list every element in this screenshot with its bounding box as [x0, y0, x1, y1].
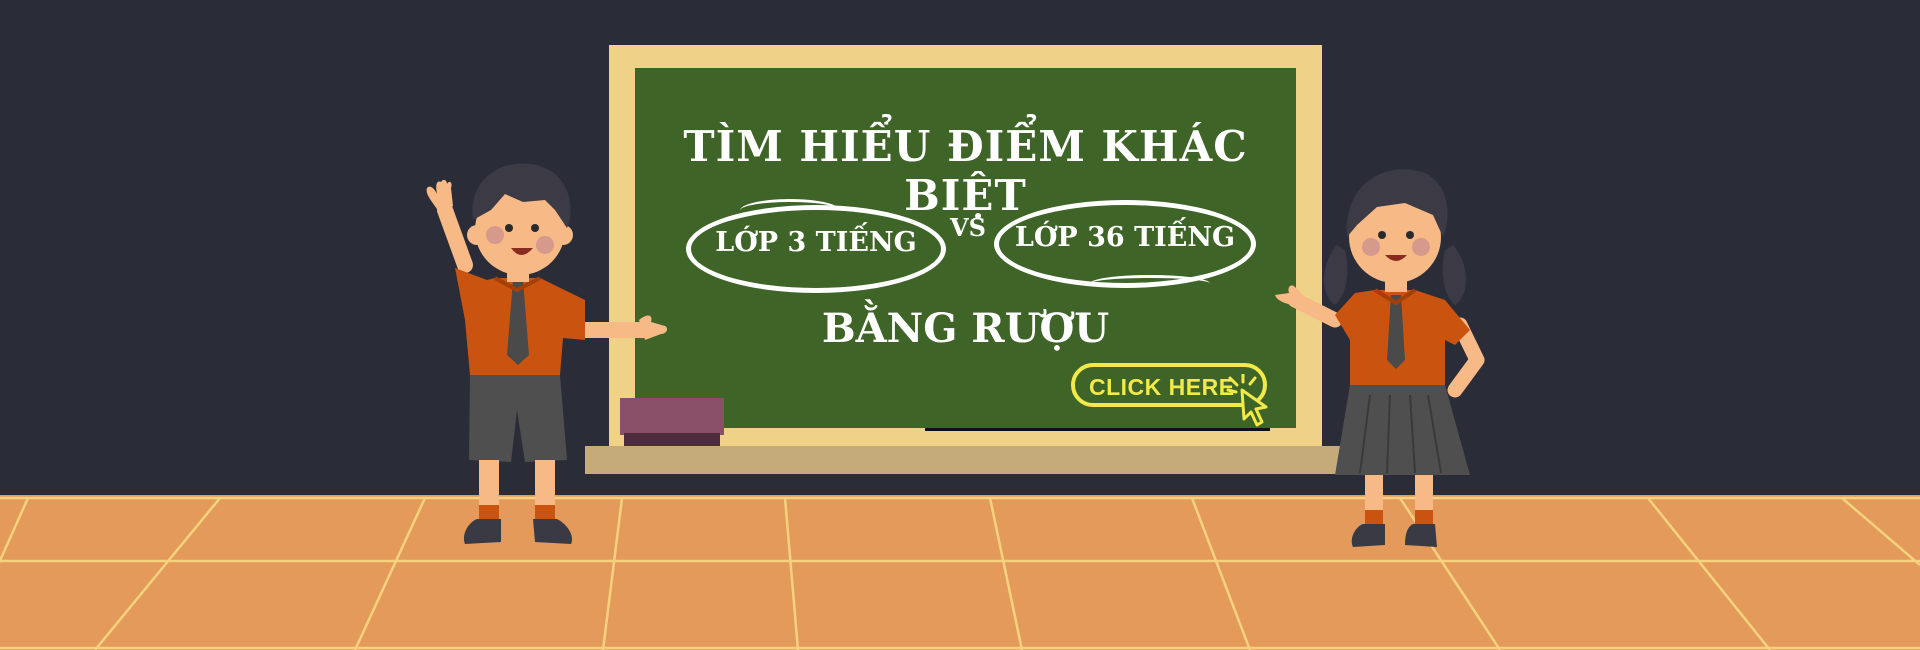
banner: TÌM HIỂU ĐIỂM KHÁC BIỆT LỚP 3 TIẾNG VS L…	[0, 0, 1920, 650]
versus-label: VS	[950, 213, 986, 242]
chalk-line	[925, 428, 1270, 431]
tiled-floor	[0, 495, 1920, 650]
right-oval-stroke	[1090, 275, 1210, 292]
click-here-label: CLICK HERE	[1089, 374, 1235, 400]
student-girl-illustration	[1275, 169, 1485, 547]
board-ledge	[585, 446, 1345, 474]
option-right-label: LỚP 36 TIẾNG	[1014, 222, 1236, 253]
option-left-label: LỚP 3 TIẾNG	[715, 227, 917, 258]
left-oval-stroke	[740, 199, 840, 222]
student-boy-illustration	[426, 163, 668, 544]
board-subline: BẰNG RƯỢU	[821, 305, 1110, 352]
board-headline: TÌM HIỂU ĐIỂM KHÁC BIỆT	[683, 122, 1248, 220]
